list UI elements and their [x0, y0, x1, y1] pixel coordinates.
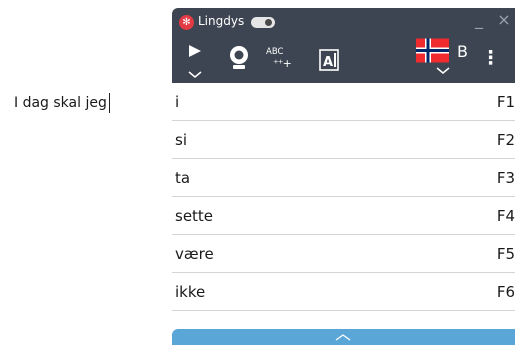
enable-toggle[interactable] — [251, 17, 275, 28]
lingdys-panel: ✻ Lingdys _ × ABC ⁺⁺+ A B ⋮ i F1 si F2 t… — [172, 8, 515, 345]
prediction-row[interactable]: i F1 — [172, 83, 515, 121]
prediction-row[interactable]: ikke F6 — [172, 273, 515, 311]
voice-button[interactable] — [227, 45, 251, 73]
spell-label: ABC — [266, 47, 284, 57]
norway-flag-icon — [416, 38, 449, 63]
document-text-area[interactable]: I dag skal jeg — [14, 93, 110, 113]
language-button[interactable]: B — [416, 38, 476, 80]
prediction-word: ikke — [175, 283, 206, 301]
prediction-shortcut: F6 — [496, 283, 515, 301]
prediction-shortcut: F5 — [496, 245, 515, 263]
prediction-word: ta — [175, 169, 191, 187]
expand-panel-button[interactable] — [172, 329, 515, 345]
toolbar: ✻ Lingdys _ × ABC ⁺⁺+ A B ⋮ — [172, 8, 515, 83]
spell-sparkle-icon: ⁺⁺+ — [273, 57, 292, 70]
prediction-list: i F1 si F2 ta F3 sette F4 være F5 ikke F… — [172, 83, 515, 311]
play-icon — [189, 45, 201, 57]
prediction-row[interactable]: sette F4 — [172, 197, 515, 235]
prediction-word: si — [175, 131, 187, 149]
document-text: I dag skal jeg — [14, 95, 107, 111]
play-button[interactable] — [186, 42, 204, 80]
prediction-row[interactable]: ta F3 — [172, 159, 515, 197]
minimize-button[interactable]: _ — [469, 10, 489, 30]
spell-check-button[interactable]: ABC ⁺⁺+ — [266, 47, 300, 73]
prediction-word: være — [175, 245, 214, 263]
dictionary-icon: A — [319, 49, 339, 71]
prediction-shortcut: F1 — [496, 93, 515, 111]
language-label: B — [457, 42, 468, 61]
prediction-word: i — [175, 93, 180, 111]
prediction-row[interactable]: si F2 — [172, 121, 515, 159]
prediction-shortcut: F4 — [496, 207, 515, 225]
chevron-down-icon[interactable] — [436, 67, 450, 75]
text-caret — [108, 93, 110, 113]
chevron-up-icon — [335, 334, 351, 341]
svg-text:A: A — [323, 55, 333, 70]
prediction-word: sette — [175, 207, 214, 225]
more-menu-button[interactable]: ⋮ — [481, 46, 500, 70]
prediction-shortcut: F2 — [496, 131, 515, 149]
prediction-shortcut: F3 — [496, 169, 515, 187]
lingdys-logo-icon: ✻ — [179, 15, 194, 30]
chevron-down-icon[interactable] — [188, 71, 202, 79]
app-title: Lingdys — [198, 14, 245, 28]
close-button[interactable]: × — [494, 10, 514, 30]
voice-icon — [230, 46, 248, 69]
dictionary-button[interactable]: A — [318, 47, 340, 73]
prediction-row[interactable]: være F5 — [172, 235, 515, 273]
toggle-knob — [265, 19, 272, 26]
